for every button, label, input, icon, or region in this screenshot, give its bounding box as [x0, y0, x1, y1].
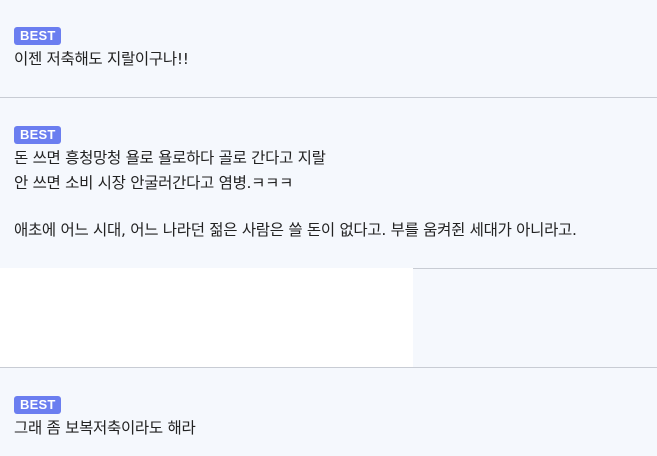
comment-text: 이젠 저축해도 지랄이구나!! [14, 50, 189, 68]
best-badge: BEST [14, 126, 62, 144]
comment-text-line-1: 돈 쓰면 흥청망청 욜로 욜로하다 골로 간다고 지랄 [14, 149, 326, 167]
comment-1: BEST 이젠 저축해도 지랄이구나!! [0, 0, 657, 97]
comment-text-line-2: 안 쓰면 소비 시장 안굴러간다고 염병.ㅋㅋㅋ [14, 174, 294, 192]
best-badge: BEST [14, 27, 62, 45]
ad-placeholder [0, 268, 413, 367]
best-badge: BEST [14, 396, 62, 414]
comment-2: BEST 돈 쓰면 흥청망청 욜로 욜로하다 골로 간다고 지랄 안 쓰면 소비… [0, 98, 657, 268]
comment-text-line-4: 애초에 어느 시대, 어느 나라던 젊은 사람은 쓸 돈이 없다고. 부를 움켜… [14, 221, 577, 239]
comment-3: BEST 그래 좀 보복저축이라도 해라 [0, 368, 657, 456]
comment-text: 그래 좀 보복저축이라도 해라 [14, 419, 196, 437]
